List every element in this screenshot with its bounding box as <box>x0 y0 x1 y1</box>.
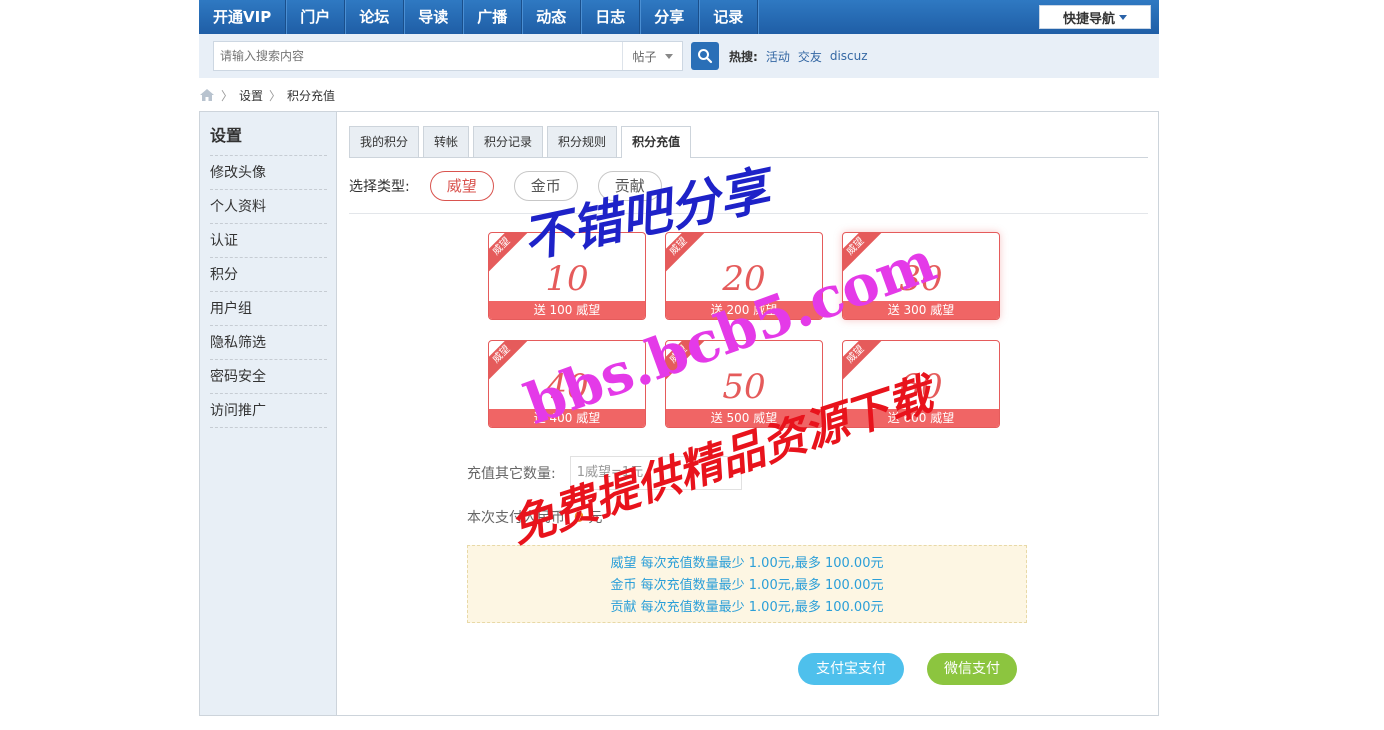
notice-line-gold: 金币 每次充值数量最少 1.00元,最多 100.00元 <box>610 578 884 593</box>
payment-total: 本次支付人民币: 0 元 <box>467 507 602 527</box>
breadcrumb-separator: 〉 <box>269 88 282 103</box>
sidebar-item-avatar[interactable]: 修改头像 <box>210 156 327 190</box>
notice-line-contribution: 贡献 每次充值数量最少 1.00元,最多 100.00元 <box>610 600 884 615</box>
tab-credit-recharge[interactable]: 积分充值 <box>621 126 692 158</box>
card-amount: 20 <box>722 259 766 299</box>
card-amount: 60 <box>899 367 943 407</box>
card-bonus: 送 200 威望 <box>666 301 822 319</box>
recharge-limits-notice: 威望 每次充值数量最少 1.00元,最多 100.00元 金币 每次充值数量最少… <box>467 545 1027 623</box>
card-bonus: 送 600 威望 <box>843 409 999 427</box>
search-button[interactable] <box>691 42 719 70</box>
card-bonus: 送 100 威望 <box>489 301 645 319</box>
recharge-card[interactable]: 威望 20 送 200 威望 <box>665 232 823 320</box>
recharge-card[interactable]: 威望 40 送 400 威望 <box>488 340 646 428</box>
recharge-card[interactable]: 威望 50 送 500 威望 <box>665 340 823 428</box>
payment-total-unit: 元 <box>588 510 603 526</box>
tab-bar: 我的积分 转帐 积分记录 积分规则 积分充值 <box>349 126 1148 158</box>
search-box: 帖子 <box>213 41 683 71</box>
sidebar-item-profile[interactable]: 个人资料 <box>210 190 327 224</box>
other-amount-label: 充值其它数量: <box>467 466 556 482</box>
chevron-down-icon <box>664 53 673 59</box>
wechat-pay-button[interactable]: 微信支付 <box>927 653 1017 685</box>
tab-credit-log[interactable]: 积分记录 <box>473 126 544 157</box>
nav-forum[interactable]: 论坛 <box>345 0 405 34</box>
card-amount: 50 <box>722 367 766 407</box>
sidebar-item-verify[interactable]: 认证 <box>210 224 327 258</box>
sidebar: 设置 修改头像 个人资料 认证 积分 用户组 隐私筛选 密码安全 访问推广 <box>200 112 337 715</box>
quick-nav-button[interactable]: 快捷导航 <box>1039 5 1151 29</box>
search-type-label: 帖子 <box>632 49 657 64</box>
breadcrumb-current: 积分充值 <box>287 88 336 103</box>
top-navigation: 开通VIP 门户 论坛 导读 广播 动态 日志 分享 记录 快捷导航 <box>199 0 1159 34</box>
breadcrumb-settings[interactable]: 设置 <box>239 87 263 104</box>
notice-line-prestige: 威望 每次充值数量最少 1.00元,最多 100.00元 <box>610 556 884 571</box>
type-label: 选择类型: <box>349 178 410 195</box>
recharge-card[interactable]: 威望 60 送 600 威望 <box>842 340 1000 428</box>
home-icon[interactable] <box>199 88 215 102</box>
type-selector: 选择类型: 威望 金币 贡献 <box>349 158 1148 214</box>
search-bar: 帖子 热搜: 活动 交友 discuz <box>199 34 1159 78</box>
sidebar-item-credits[interactable]: 积分 <box>210 258 327 292</box>
nav-share[interactable]: 分享 <box>640 0 700 34</box>
hot-search: 热搜: 活动 交友 discuz <box>729 48 868 65</box>
type-contribution-button[interactable]: 贡献 <box>597 170 662 201</box>
payment-total-value: 0 <box>574 510 584 526</box>
chevron-down-icon <box>1119 14 1127 20</box>
card-bonus: 送 400 威望 <box>489 409 645 427</box>
type-prestige-button[interactable]: 威望 <box>429 170 494 201</box>
nav-blog[interactable]: 日志 <box>581 0 641 34</box>
main-panel: 设置 修改头像 个人资料 认证 积分 用户组 隐私筛选 密码安全 访问推广 我的… <box>199 111 1159 716</box>
recharge-cards: 威望 10 送 100 威望 威望 20 送 200 威望 威望 30 送 30… <box>488 232 1000 428</box>
sidebar-item-usergroup[interactable]: 用户组 <box>210 292 327 326</box>
sidebar-item-password[interactable]: 密码安全 <box>210 360 327 394</box>
hot-link-friends[interactable]: 交友 <box>798 48 822 65</box>
nav-vip[interactable]: 开通VIP <box>199 0 287 34</box>
nav-broadcast[interactable]: 广播 <box>463 0 523 34</box>
search-type-select[interactable]: 帖子 <box>622 42 682 70</box>
type-gold-button[interactable]: 金币 <box>513 170 578 201</box>
recharge-card[interactable]: 威望 10 送 100 威望 <box>488 232 646 320</box>
card-amount: 40 <box>545 367 589 407</box>
other-amount-input[interactable]: 1威望=1元 <box>569 456 742 490</box>
hot-link-discuz[interactable]: discuz <box>830 49 868 63</box>
nav-guide[interactable]: 导读 <box>404 0 464 34</box>
sidebar-item-privacy[interactable]: 隐私筛选 <box>210 326 327 360</box>
card-amount: 10 <box>545 259 589 299</box>
tab-transfer[interactable]: 转帐 <box>423 126 470 157</box>
nav-portal[interactable]: 门户 <box>286 0 346 34</box>
card-amount: 30 <box>899 259 943 299</box>
card-bonus: 送 500 威望 <box>666 409 822 427</box>
nav-feed[interactable]: 动态 <box>522 0 582 34</box>
card-bonus: 送 300 威望 <box>843 301 999 319</box>
tab-credit-rules[interactable]: 积分规则 <box>547 126 618 157</box>
breadcrumb-separator: 〉 <box>221 88 234 103</box>
content-area: 我的积分 转帐 积分记录 积分规则 积分充值 选择类型: 威望 金币 贡献 威望… <box>337 112 1158 715</box>
quick-nav-label: 快捷导航 <box>1062 11 1115 27</box>
nav-record[interactable]: 记录 <box>699 0 759 34</box>
sidebar-item-promotion[interactable]: 访问推广 <box>210 394 327 428</box>
sidebar-title: 设置 <box>210 122 327 156</box>
payment-total-label: 本次支付人民币: <box>467 510 570 526</box>
hot-link-activity[interactable]: 活动 <box>766 48 790 65</box>
other-amount-row: 充值其它数量: 1威望=1元 <box>467 456 742 490</box>
hot-search-label: 热搜: <box>729 49 758 64</box>
alipay-button[interactable]: 支付宝支付 <box>798 653 904 685</box>
search-icon <box>698 49 713 64</box>
recharge-card[interactable]: 威望 30 送 300 威望 <box>842 232 1000 320</box>
search-input[interactable] <box>214 42 622 70</box>
breadcrumb: 〉 设置 〉 积分充值 <box>199 78 1159 112</box>
tab-my-credits[interactable]: 我的积分 <box>349 126 420 157</box>
